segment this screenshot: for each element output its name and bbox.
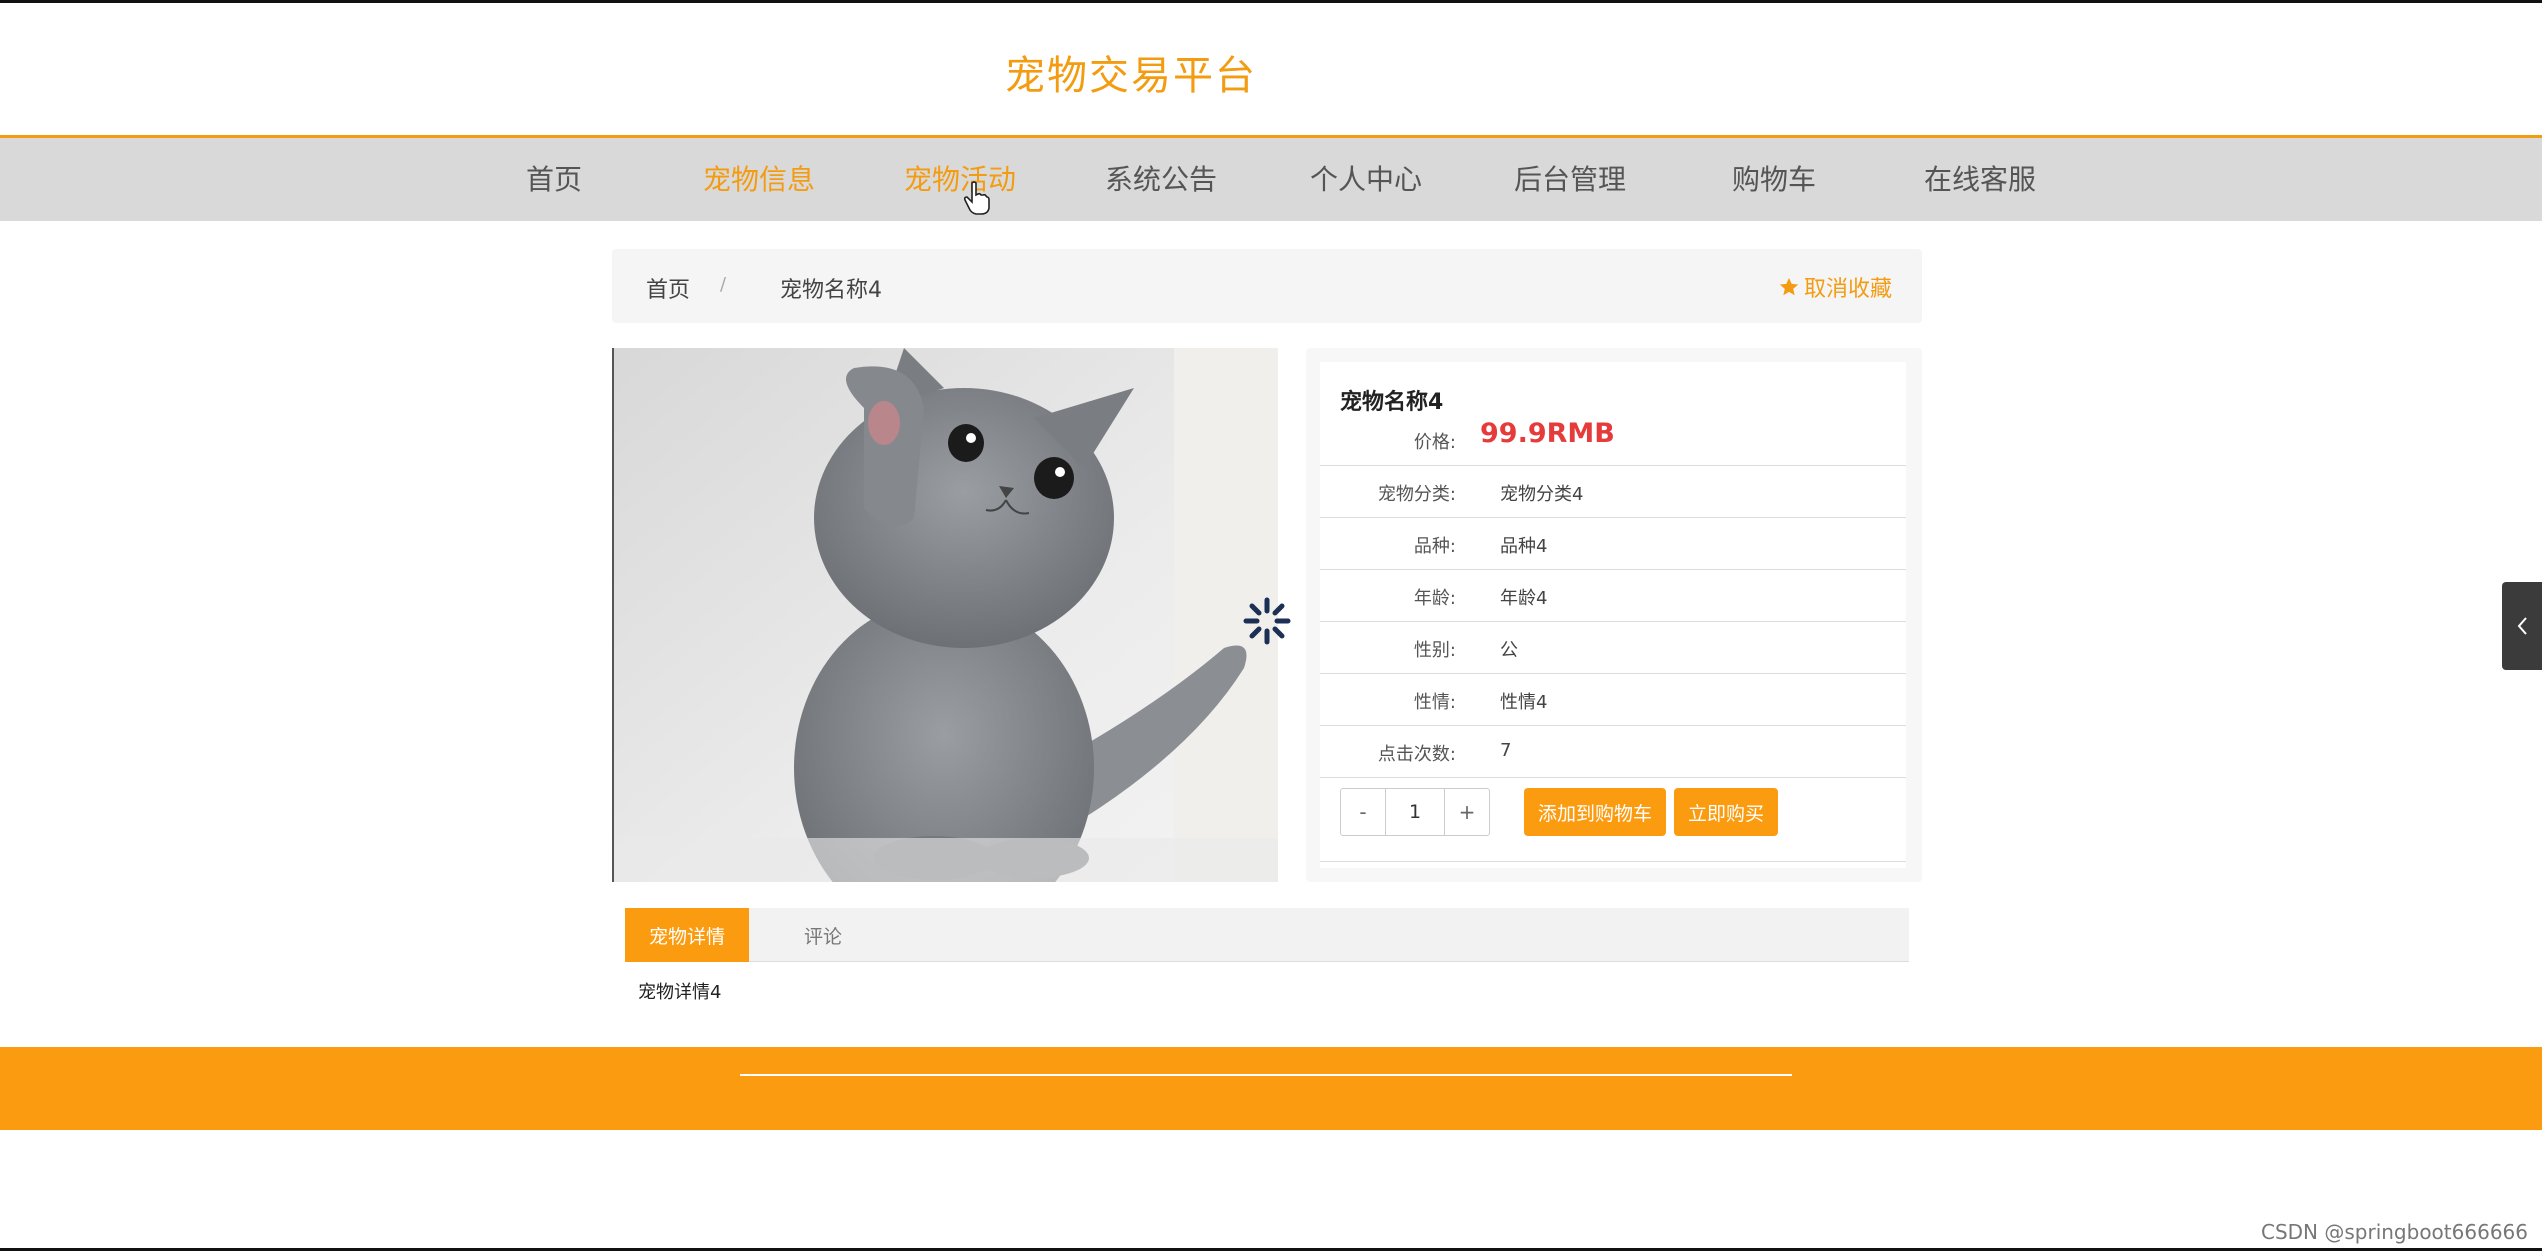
breadcrumb: 首页 / 宠物名称4 取消收藏: [612, 249, 1922, 323]
pet-photo: [612, 348, 1278, 882]
nav-item-announcements[interactable]: 系统公告: [1105, 158, 1217, 198]
price-label: 价格:: [1413, 432, 1456, 453]
field-label: 宠物分类:: [1377, 484, 1456, 505]
product-info-panel: 宠物名称4 价格: 99.9RMB 宠物分类: 宠物分类4 品种: 品种4 年龄…: [1306, 348, 1922, 882]
hand-cursor-icon: [963, 181, 990, 215]
info-row-breed: 品种: 品种4: [1320, 518, 1906, 570]
nav-item-pet-activities[interactable]: 宠物活动: [904, 158, 1016, 198]
info-row-age: 年龄: 年龄4: [1320, 570, 1906, 622]
unfavorite-button[interactable]: 取消收藏: [1778, 271, 1892, 303]
nav-item-admin[interactable]: 后台管理: [1514, 158, 1626, 198]
nav-item-cart[interactable]: 购物车: [1732, 158, 1816, 198]
breadcrumb-separator: /: [720, 274, 727, 295]
tab-pet-details[interactable]: 宠物详情: [625, 908, 749, 962]
side-toggle-button[interactable]: [2502, 582, 2542, 670]
quantity-increment-button[interactable]: +: [1445, 789, 1489, 835]
field-value: 宠物分类4: [1500, 484, 1584, 505]
field-value: 年龄4: [1500, 588, 1548, 609]
tab-content-text: 宠物详情4: [638, 982, 722, 1003]
footer-divider: [740, 1074, 1792, 1076]
field-value: 性情4: [1500, 692, 1548, 713]
nav-item-personal-center[interactable]: 个人中心: [1310, 158, 1422, 198]
info-row-category: 宠物分类: 宠物分类4: [1320, 466, 1906, 518]
field-value: 7: [1500, 740, 1512, 761]
buy-now-button[interactable]: 立即购买: [1674, 788, 1779, 836]
price-value: 99.9RMB: [1480, 418, 1615, 449]
field-label: 点击次数:: [1377, 744, 1456, 765]
product-info-card: 宠物名称4 价格: 99.9RMB 宠物分类: 宠物分类4 品种: 品种4 年龄…: [1320, 362, 1906, 868]
product-name: 宠物名称4: [1340, 390, 1444, 415]
site-title: 宠物交易平台: [1005, 53, 1257, 99]
breadcrumb-current: 宠物名称4: [780, 278, 882, 303]
field-label: 年龄:: [1413, 588, 1456, 609]
info-row-gender: 性别: 公: [1320, 622, 1906, 674]
loading-spinner-icon: [1243, 597, 1291, 645]
info-row-clicks: 点击次数: 7: [1320, 726, 1906, 778]
price-row: 价格: 99.9RMB: [1320, 414, 1906, 466]
site-header: 宠物交易平台: [0, 3, 2542, 135]
field-value: 公: [1500, 640, 1518, 661]
chevron-left-icon: [2517, 617, 2527, 635]
detail-tabs: 宠物详情 评论: [625, 908, 1909, 962]
add-to-cart-button[interactable]: 添加到购物车: [1524, 788, 1667, 836]
field-value: 品种4: [1500, 536, 1548, 557]
tab-comments[interactable]: 评论: [773, 908, 873, 962]
nav-item-customer-service[interactable]: 在线客服: [1924, 158, 2036, 198]
quantity-stepper: - 1 +: [1340, 788, 1490, 836]
quantity-decrement-button[interactable]: -: [1341, 789, 1385, 835]
quantity-input[interactable]: 1: [1385, 789, 1445, 835]
nav-item-pet-info[interactable]: 宠物信息: [703, 158, 815, 198]
info-row-temperament: 性情: 性情4: [1320, 674, 1906, 726]
unfavorite-label: 取消收藏: [1803, 277, 1892, 302]
breadcrumb-home[interactable]: 首页: [646, 272, 690, 304]
nav-item-home[interactable]: 首页: [526, 158, 582, 198]
field-label: 性别:: [1413, 640, 1456, 661]
field-label: 品种:: [1413, 536, 1456, 557]
main-nav: 首页 宠物信息 宠物活动 系统公告 个人中心 后台管理 购物车 在线客服: [0, 135, 2542, 221]
site-footer: [0, 1047, 2542, 1130]
star-icon: [1779, 277, 1799, 296]
watermark-text: CSDN @springboot666666: [2260, 1220, 2528, 1244]
field-label: 性情:: [1413, 692, 1456, 713]
kitten-image: [614, 348, 1278, 882]
